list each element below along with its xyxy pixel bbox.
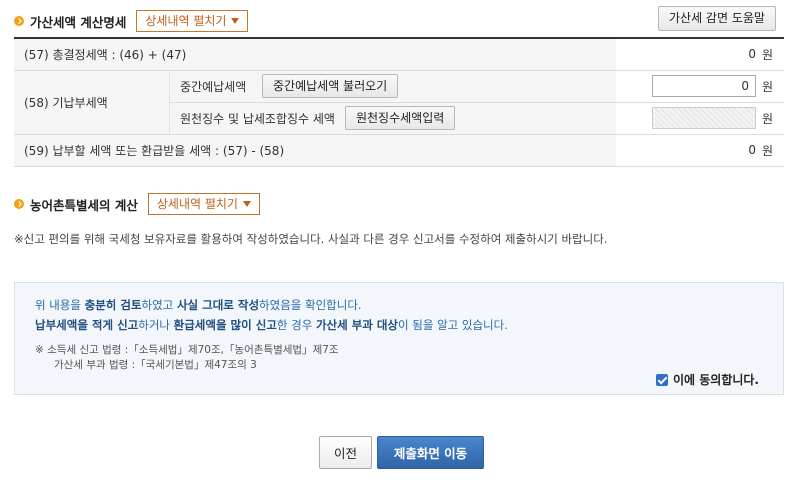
checkbox-checked-icon[interactable] <box>655 373 668 386</box>
confirm-line-1: 위 내용을 충분히 검토하였고 사실 그대로 작성하였음을 확인합니다. <box>35 295 763 315</box>
bullet-arrow-icon <box>14 16 24 26</box>
text-span: 하였음을 확인합니다. <box>259 298 362 312</box>
text-span: 하거나 <box>138 318 174 332</box>
notice-text: ※신고 편의를 위해 국세청 보유자료를 활용하여 작성하였습니다. 사실과 다… <box>14 232 608 246</box>
agree-checkbox[interactable]: 이에 동의합니다. <box>655 371 759 388</box>
unit-won: 원 <box>762 102 784 135</box>
withholding-input-button[interactable]: 원천징수세액입력 <box>344 106 456 130</box>
text-span: 위 내용을 <box>35 298 85 312</box>
agree-label: 이에 동의합니다. <box>672 373 759 387</box>
interim-cell: 중간예납세액 중간예납세액 불러오기 <box>169 70 616 103</box>
text-emphasis: 사실 그대로 작성 <box>176 298 260 312</box>
unit-won: 원 <box>762 37 784 71</box>
interim-input[interactable]: 0 <box>652 75 756 97</box>
table-row: (57) 총결정세액 : (46) + (47) 0 원 <box>14 37 784 71</box>
total-tax-value: 0 <box>616 37 762 71</box>
payable-tax-value: 0 <box>616 134 762 167</box>
expand-details-label: 상세내역 펼치기 <box>156 197 238 211</box>
payable-tax-label: (59) 납부할 세액 또는 환급받을 세액 : (57) - (58) <box>14 134 616 167</box>
calc-table: (57) 총결정세액 : (46) + (47) 0 원 (58) 기납부세액 … <box>14 37 784 167</box>
load-interim-button[interactable]: 중간예납세액 불러오기 <box>262 74 399 98</box>
submit-screen-button[interactable]: 제출화면 이동 <box>377 436 484 469</box>
text-emphasis: 납부세액을 적게 신고 <box>35 318 139 332</box>
unit-won: 원 <box>762 134 784 167</box>
section-title: 가산세액 계산명세 <box>30 14 127 30</box>
prepaid-tax-label: (58) 기납부세액 <box>14 70 170 135</box>
prev-button[interactable]: 이전 <box>319 436 372 469</box>
total-tax-label: (57) 총결정세액 : (46) + (47) <box>14 37 616 71</box>
table-row: (59) 납부할 세액 또는 환급받을 세액 : (57) - (58) 0 원 <box>14 134 784 167</box>
expand-details-label: 상세내역 펼치기 <box>145 14 227 28</box>
text-emphasis: 환급세액을 많이 신고 <box>173 318 277 332</box>
bullet-arrow-icon <box>14 199 24 209</box>
law-line-2: 가산세 부과 법령 :「국세기본법」제47조의 3 <box>54 359 257 371</box>
interim-label: 중간예납세액 <box>180 79 247 94</box>
withholding-cell: 원천징수 및 납세조합징수 세액 원천징수세액입력 <box>169 102 616 135</box>
dropdown-triangle-icon <box>242 201 251 207</box>
withholding-input <box>652 107 756 129</box>
withholding-value-cell <box>616 102 762 135</box>
confirmation-box: 위 내용을 충분히 검토하였고 사실 그대로 작성하였음을 확인합니다. 납부세… <box>14 282 784 395</box>
interim-value-cell: 0 <box>616 70 762 103</box>
text-span: 하였고 <box>141 298 177 312</box>
penalty-reduction-help-button[interactable]: 가산세 감면 도움말 <box>658 6 776 31</box>
text-emphasis: 가산세 부과 대상 <box>315 318 399 332</box>
expand-details-button[interactable]: 상세내역 펼치기 <box>136 10 249 32</box>
table-row: (58) 기납부세액 중간예납세액 중간예납세액 불러오기 0 원 <box>14 70 784 135</box>
law-reference: ※ 소득세 신고 법령 :「소득세법」제70조,「농어촌특별세법」제7조 가산세… <box>35 343 763 373</box>
dropdown-triangle-icon <box>231 18 240 24</box>
law-line-1: ※ 소득세 신고 법령 :「소득세법」제70조,「농어촌특별세법」제7조 <box>35 344 339 356</box>
text-emphasis: 충분히 검토 <box>84 298 142 312</box>
confirm-line-2: 납부세액을 적게 신고하거나 환급세액을 많이 신고한 경우 가산세 부과 대상… <box>35 315 763 335</box>
withholding-label: 원천징수 및 납세조합징수 세액 <box>180 111 335 126</box>
section-header-rural-tax: 농어촌특별세의 계산 상세내역 펼치기 <box>14 193 260 215</box>
section-title: 농어촌특별세의 계산 <box>30 197 138 213</box>
text-span: 이 됨을 알고 있습니다. <box>398 318 508 332</box>
section-header-addition-tax: 가산세액 계산명세 상세내역 펼치기 <box>14 10 249 32</box>
text-span: 한 경우 <box>276 318 316 332</box>
unit-won: 원 <box>762 70 784 103</box>
expand-details-button[interactable]: 상세내역 펼치기 <box>147 193 260 215</box>
